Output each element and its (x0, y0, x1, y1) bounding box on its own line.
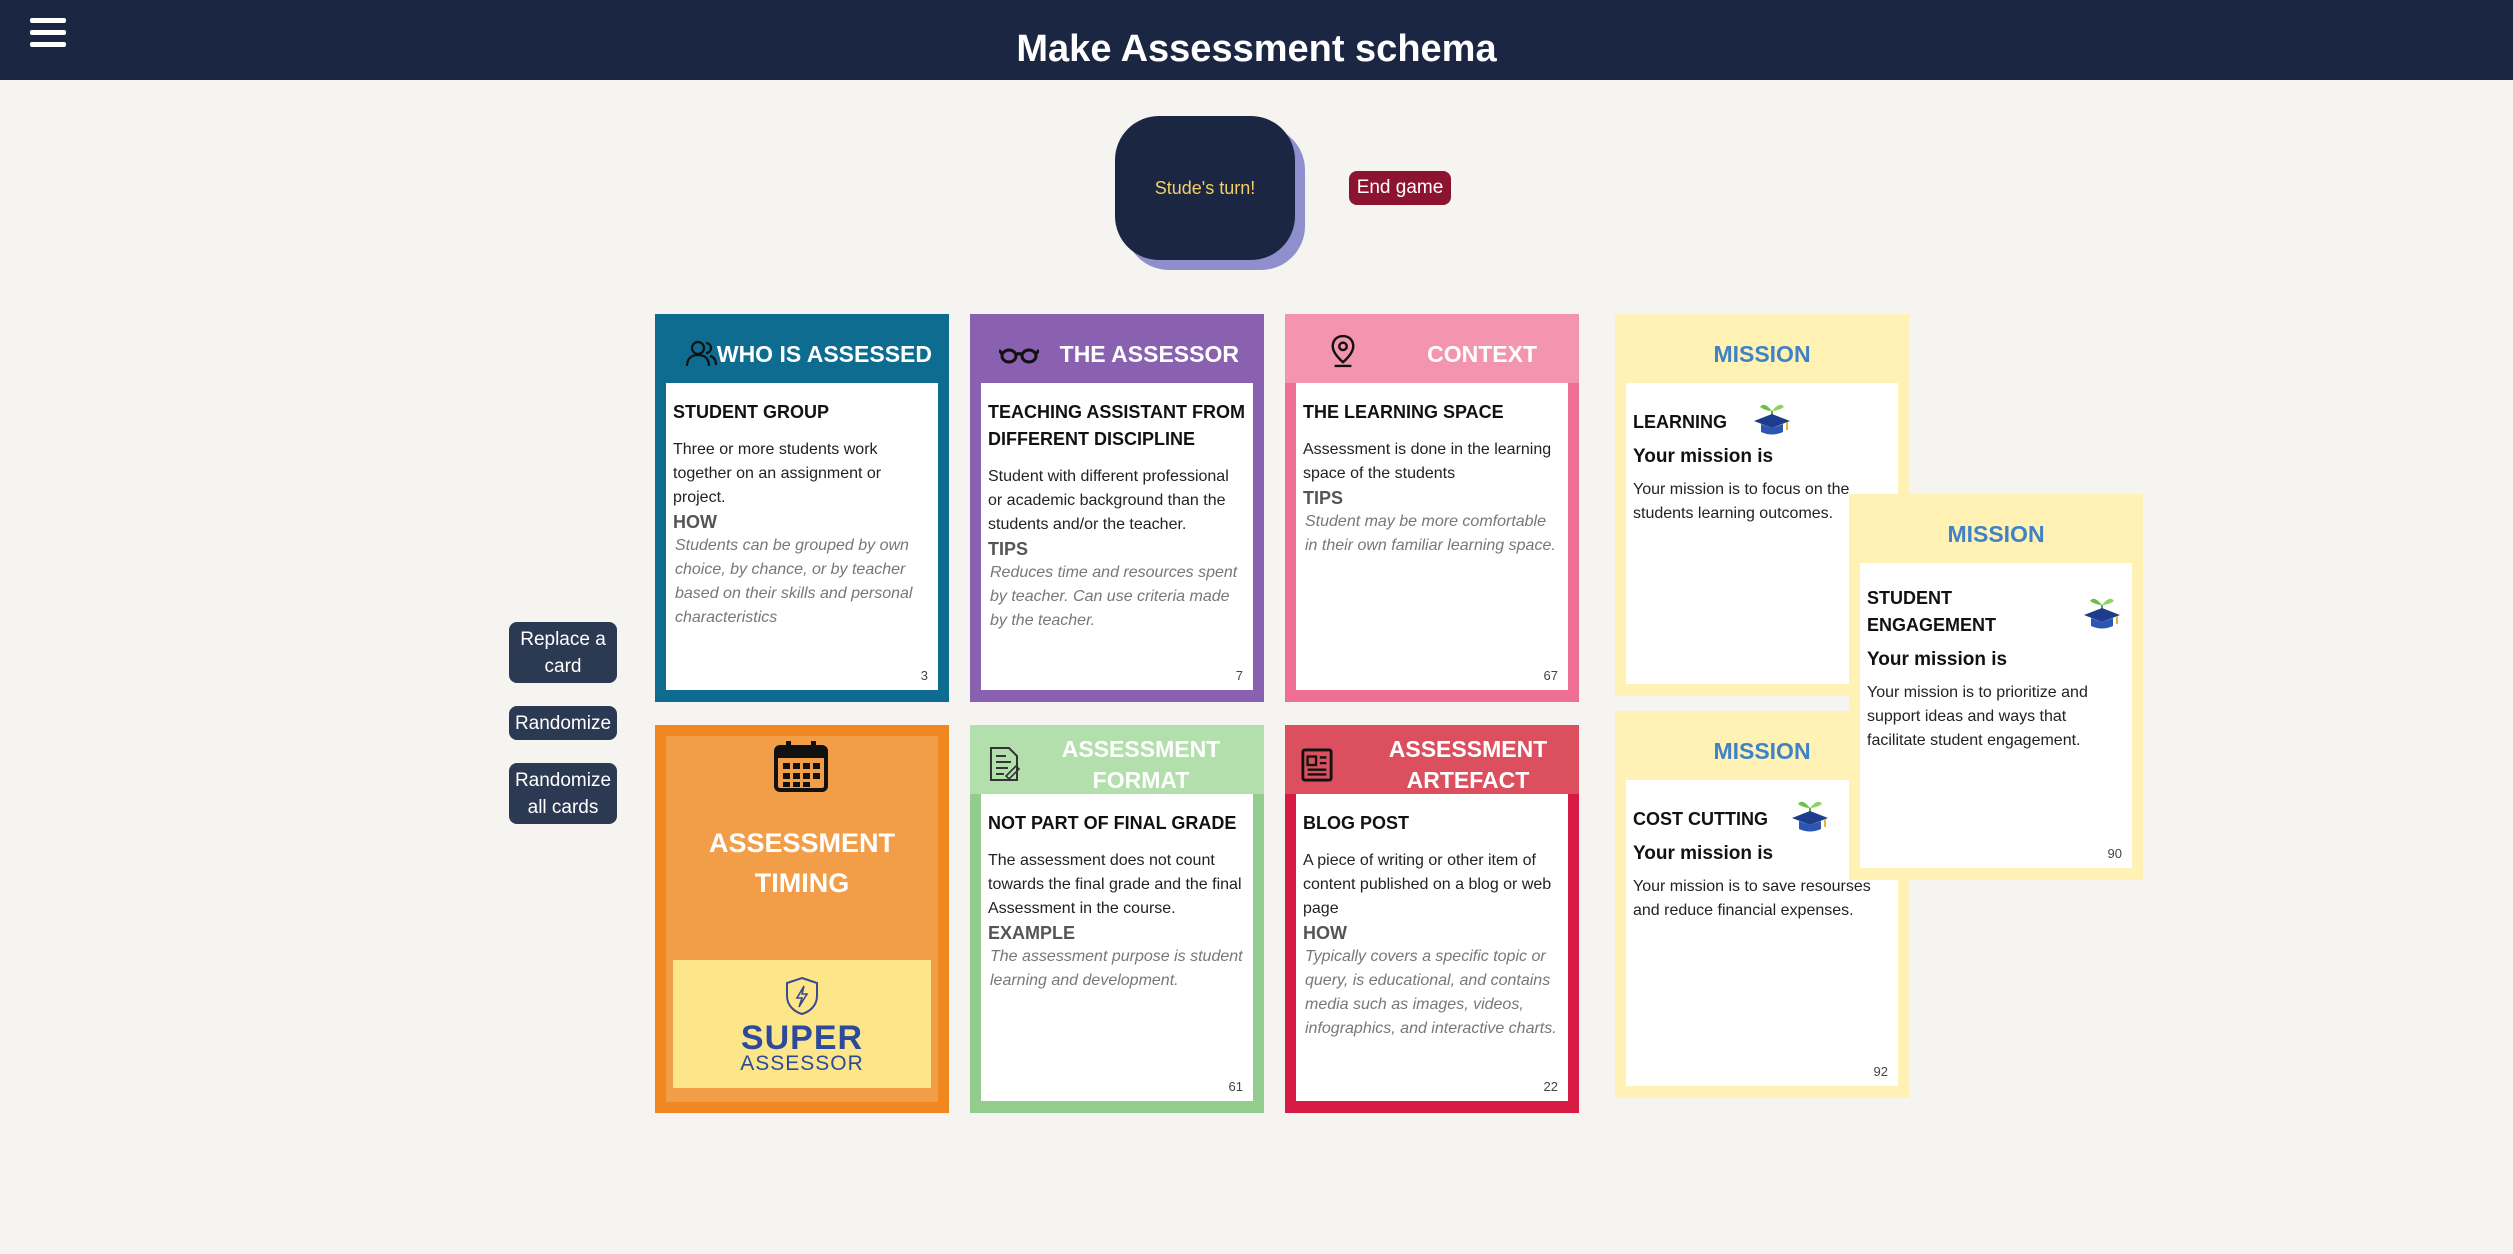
mission-header: MISSION (1713, 340, 1811, 367)
app-header: Make Assessment schema (0, 0, 2513, 80)
card-number: 22 (1543, 1079, 1558, 1094)
card-header: ASSESSMENT FORMAT (970, 725, 1264, 794)
card-context[interactable]: CONTEXT THE LEARNING SPACE Assessment is… (1285, 314, 1579, 702)
turn-label: Stude's turn! (1115, 116, 1295, 260)
randomize-all-button[interactable]: Randomize all cards (509, 763, 617, 824)
card-note: Student may be more comfortable in their… (1305, 513, 1556, 554)
calendar-icon (774, 741, 828, 792)
card-title: STUDENT GROUP (673, 402, 830, 422)
card-header: WHO IS ASSESSED (666, 325, 938, 383)
card-body: THE LEARNING SPACE Assessment is done in… (1296, 383, 1568, 690)
document-icon (990, 747, 1020, 781)
card-note: The assessment purpose is student learni… (990, 948, 1243, 989)
end-game-button[interactable]: End game (1349, 171, 1451, 205)
card-header-title: THE ASSESSOR (1059, 340, 1239, 367)
card-label: HOW (1303, 923, 1347, 943)
card-header: ASSESSMENT ARTEFACT (1285, 725, 1579, 794)
card-header: CONTEXT (1285, 314, 1579, 383)
mission-subtitle: Your mission is (1867, 649, 2008, 670)
card-title: NOT PART OF FINAL GRADE (988, 813, 1237, 833)
mission-header: MISSION (1947, 520, 2045, 547)
card-title: THE LEARNING SPACE (1303, 402, 1504, 422)
card-description: A piece of writing or other item of cont… (1303, 852, 1552, 917)
card-description: Assessment is done in the learning space… (1303, 441, 1552, 482)
graduation-cap-icon (1792, 801, 1828, 832)
logo-text-assessor: ASSESSOR (740, 1052, 864, 1075)
card-header-title: WHO IS ASSESSED (716, 340, 932, 367)
mission-card-student-engagement[interactable]: MISSION STUDENT ENGAGEMENT Your mission … (1849, 494, 2143, 880)
card-body: TEACHING ASSISTANT FROM DIFFERENT DISCIP… (981, 383, 1253, 690)
card-label: EXAMPLE (988, 923, 1076, 943)
card-label: TIPS (1303, 488, 1344, 508)
newspaper-icon (1301, 748, 1333, 782)
card-header: THE ASSESSOR (981, 325, 1253, 383)
card-the-assessor[interactable]: THE ASSESSOR TEACHING ASSISTANT FROM DIF… (970, 314, 1264, 702)
card-note: Reduces time and resources spent by teac… (990, 564, 1238, 629)
replace-card-button[interactable]: Replace a card (509, 622, 617, 683)
people-icon (685, 340, 718, 367)
mission-number: 90 (2107, 846, 2122, 861)
logo-text-super: SUPER (740, 1019, 864, 1057)
card-note: Typically covers a specific topic or que… (1305, 948, 1557, 1037)
card-assessment-timing[interactable]: ASSESSMENT TIMING SUPER ASSESSOR (655, 725, 949, 1113)
card-body: STUDENT GROUP Three or more students wor… (666, 383, 938, 690)
card-body: BLOG POST A piece of writing or other it… (1296, 794, 1568, 1101)
super-assessor-logo: SUPER ASSESSOR (673, 960, 931, 1088)
shield-bolt-icon (786, 976, 818, 1016)
card-description: Student with different professional or a… (988, 468, 1229, 533)
mission-description: Your mission is to save resourses and re… (1633, 878, 1871, 919)
card-assessment-format[interactable]: ASSESSMENT FORMAT NOT PART OF FINAL GRAD… (970, 725, 1264, 1113)
card-label: TIPS (988, 539, 1029, 559)
card-number: 67 (1543, 668, 1558, 683)
card-header-title: ASSESSMENT ARTEFACT (1388, 736, 1548, 793)
mission-body: STUDENT ENGAGEMENT Your mission is Your … (1860, 563, 2132, 868)
location-pin-icon (1331, 334, 1355, 368)
graduation-cap-icon (2084, 598, 2120, 629)
card-body: NOT PART OF FINAL GRADE The assessment d… (981, 794, 1253, 1101)
card-note: Students can be grouped by own choice, b… (675, 537, 913, 626)
card-description: The assessment does not count towards th… (988, 852, 1242, 917)
mission-subtitle: Your mission is (1633, 446, 1774, 467)
graduation-cap-icon (1754, 404, 1790, 435)
mission-title: STUDENT ENGAGEMENT (1867, 588, 1997, 635)
card-description: Three or more students work together on … (673, 441, 882, 506)
card-number: 3 (920, 668, 928, 683)
randomize-button[interactable]: Randomize (509, 706, 617, 740)
card-assessment-artefact[interactable]: ASSESSMENT ARTEFACT BLOG POST A piece of… (1285, 725, 1579, 1113)
card-header-title: ASSESSMENT TIMING (708, 828, 896, 898)
card-who-is-assessed[interactable]: WHO IS ASSESSED STUDENT GROUP Three or m… (655, 314, 949, 702)
mission-number: 92 (1873, 1064, 1888, 1079)
card-header-title: ASSESSMENT FORMAT (1061, 736, 1221, 793)
mission-description: Your mission is to prioritize and suppor… (1867, 684, 2088, 749)
card-number: 7 (1235, 668, 1243, 683)
card-header-title: CONTEXT (1427, 340, 1537, 367)
glasses-icon (999, 348, 1039, 364)
card-title: TEACHING ASSISTANT FROM DIFFERENT DISCIP… (988, 402, 1245, 449)
page-title: Make Assessment schema (1016, 28, 1497, 70)
card-title: BLOG POST (1303, 813, 1410, 833)
card-label: HOW (673, 512, 717, 532)
card-number: 61 (1228, 1079, 1243, 1094)
